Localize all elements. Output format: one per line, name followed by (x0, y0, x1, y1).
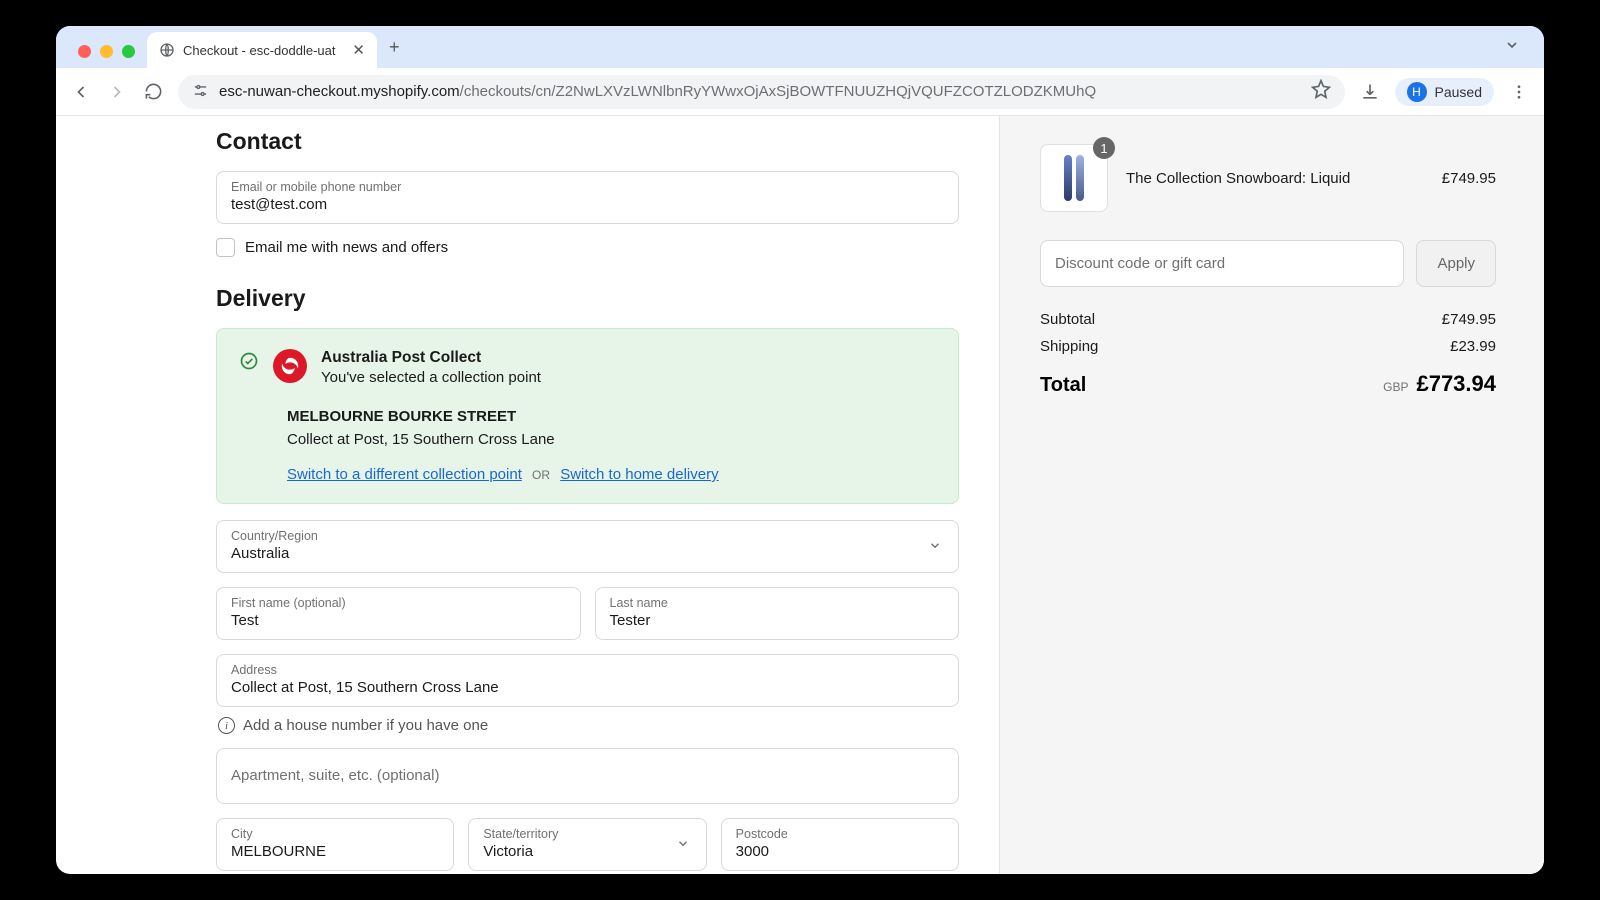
chevron-down-icon (676, 836, 690, 853)
discount-placeholder: Discount code or gift card (1055, 255, 1225, 272)
tab-title: Checkout - esc-doddle-uat (183, 43, 335, 58)
collection-point-name: MELBOURNE BOURKE STREET (287, 408, 936, 425)
house-number-hint-row: i Add a house number if you have one (218, 717, 959, 734)
address-bar-row: esc-nuwan-checkout.myshopify.com/checkou… (56, 68, 1544, 116)
paused-label: Paused (1435, 84, 1482, 100)
total-amount: £773.94 (1416, 371, 1496, 397)
product-thumbnail: 1 (1040, 144, 1108, 212)
country-select[interactable]: Country/Region Australia (216, 520, 959, 573)
email-field[interactable]: Email or mobile phone number test@test.c… (216, 171, 959, 224)
new-tab-button[interactable]: + (377, 37, 412, 68)
email-label: Email or mobile phone number (231, 180, 944, 194)
product-name: The Collection Snowboard: Liquid (1126, 170, 1424, 187)
tab-bar: Checkout - esc-doddle-uat ✕ + (56, 26, 1544, 68)
discount-row: Discount code or gift card Apply (1040, 240, 1496, 287)
bookmark-icon[interactable] (1311, 79, 1331, 104)
address-bar-actions (1311, 79, 1331, 104)
tab-dropdown-button[interactable] (1504, 37, 1534, 68)
contact-heading: Contact (216, 128, 959, 155)
address-field[interactable]: Address Collect at Post, 15 Southern Cro… (216, 654, 959, 707)
close-window-button[interactable] (78, 45, 91, 58)
first-name-label: First name (optional) (231, 596, 566, 610)
collection-point-address: Collect at Post, 15 Southern Cross Lane (287, 431, 936, 448)
chevron-down-icon (928, 538, 942, 555)
last-name-value: Tester (610, 612, 945, 629)
state-select[interactable]: State/territory Victoria (468, 818, 706, 871)
address-value: Collect at Post, 15 Southern Cross Lane (231, 679, 944, 696)
shipping-label: Shipping (1040, 338, 1098, 355)
quantity-badge: 1 (1093, 137, 1115, 159)
subtotal-row: Subtotal £749.95 (1040, 311, 1496, 328)
state-label: State/territory (483, 827, 691, 841)
shipping-row: Shipping £23.99 (1040, 338, 1496, 355)
last-name-label: Last name (610, 596, 945, 610)
switch-home-delivery-link[interactable]: Switch to home delivery (560, 466, 718, 483)
order-summary-column: 1 The Collection Snowboard: Liquid £749.… (999, 116, 1544, 874)
site-settings-icon[interactable] (192, 82, 209, 102)
state-value: Victoria (483, 843, 691, 860)
url-text: esc-nuwan-checkout.myshopify.com/checkou… (219, 83, 1096, 100)
news-offers-checkbox[interactable] (216, 238, 235, 257)
switch-collection-point-link[interactable]: Switch to a different collection point (287, 466, 522, 483)
check-circle-icon (239, 351, 259, 376)
forward-button[interactable] (106, 82, 128, 102)
browser-tab[interactable]: Checkout - esc-doddle-uat ✕ (147, 32, 377, 68)
back-button[interactable] (70, 82, 92, 102)
info-icon: i (218, 717, 235, 734)
collection-point-card: Australia Post Collect You've selected a… (216, 328, 959, 504)
subtotal-label: Subtotal (1040, 311, 1095, 328)
cart-line-item: 1 The Collection Snowboard: Liquid £749.… (1040, 144, 1496, 212)
city-label: City (231, 827, 439, 841)
page-content: Contact Email or mobile phone number tes… (56, 116, 1544, 874)
globe-icon (159, 42, 175, 58)
house-number-hint: Add a house number if you have one (243, 717, 488, 734)
minimize-window-button[interactable] (100, 45, 113, 58)
postcode-field[interactable]: Postcode 3000 (721, 818, 959, 871)
apartment-placeholder: Apartment, suite, etc. (optional) (231, 767, 439, 784)
news-offers-checkbox-row[interactable]: Email me with news and offers (216, 238, 959, 257)
postcode-value: 3000 (736, 843, 944, 860)
address-bar[interactable]: esc-nuwan-checkout.myshopify.com/checkou… (178, 75, 1345, 109)
news-offers-label: Email me with news and offers (245, 239, 448, 256)
australia-post-logo-icon (273, 349, 307, 383)
apartment-field[interactable]: Apartment, suite, etc. (optional) (216, 748, 959, 804)
city-value: MELBOURNE (231, 843, 439, 860)
total-label: Total (1040, 374, 1086, 397)
discount-code-field[interactable]: Discount code or gift card (1040, 240, 1404, 287)
apply-discount-button[interactable]: Apply (1416, 240, 1496, 287)
profile-paused-pill[interactable]: H Paused (1395, 78, 1494, 106)
city-field[interactable]: City MELBOURNE (216, 818, 454, 871)
total-currency: GBP (1383, 380, 1408, 394)
close-tab-icon[interactable]: ✕ (352, 41, 365, 59)
email-value: test@test.com (231, 196, 944, 213)
shipping-value: £23.99 (1450, 338, 1496, 355)
reload-button[interactable] (142, 82, 164, 101)
browser-window: Checkout - esc-doddle-uat ✕ + esc-nuwan-… (56, 26, 1544, 874)
collection-subtitle: You've selected a collection point (321, 369, 936, 386)
first-name-value: Test (231, 612, 566, 629)
product-price: £749.95 (1442, 170, 1496, 187)
browser-menu-icon[interactable] (1508, 83, 1530, 101)
profile-avatar: H (1407, 82, 1427, 102)
first-name-field[interactable]: First name (optional) Test (216, 587, 581, 640)
fullscreen-window-button[interactable] (122, 45, 135, 58)
last-name-field[interactable]: Last name Tester (595, 587, 960, 640)
subtotal-value: £749.95 (1442, 311, 1496, 328)
or-separator: OR (532, 468, 550, 482)
downloads-icon[interactable] (1359, 82, 1381, 102)
country-value: Australia (231, 545, 944, 562)
country-label: Country/Region (231, 529, 944, 543)
window-traffic-lights (66, 45, 147, 68)
delivery-heading: Delivery (216, 285, 959, 312)
collection-title: Australia Post Collect (321, 349, 936, 367)
postcode-label: Postcode (736, 827, 944, 841)
checkout-main-column: Contact Email or mobile phone number tes… (56, 116, 999, 874)
total-row: Total GBP £773.94 (1040, 371, 1496, 397)
address-label: Address (231, 663, 944, 677)
